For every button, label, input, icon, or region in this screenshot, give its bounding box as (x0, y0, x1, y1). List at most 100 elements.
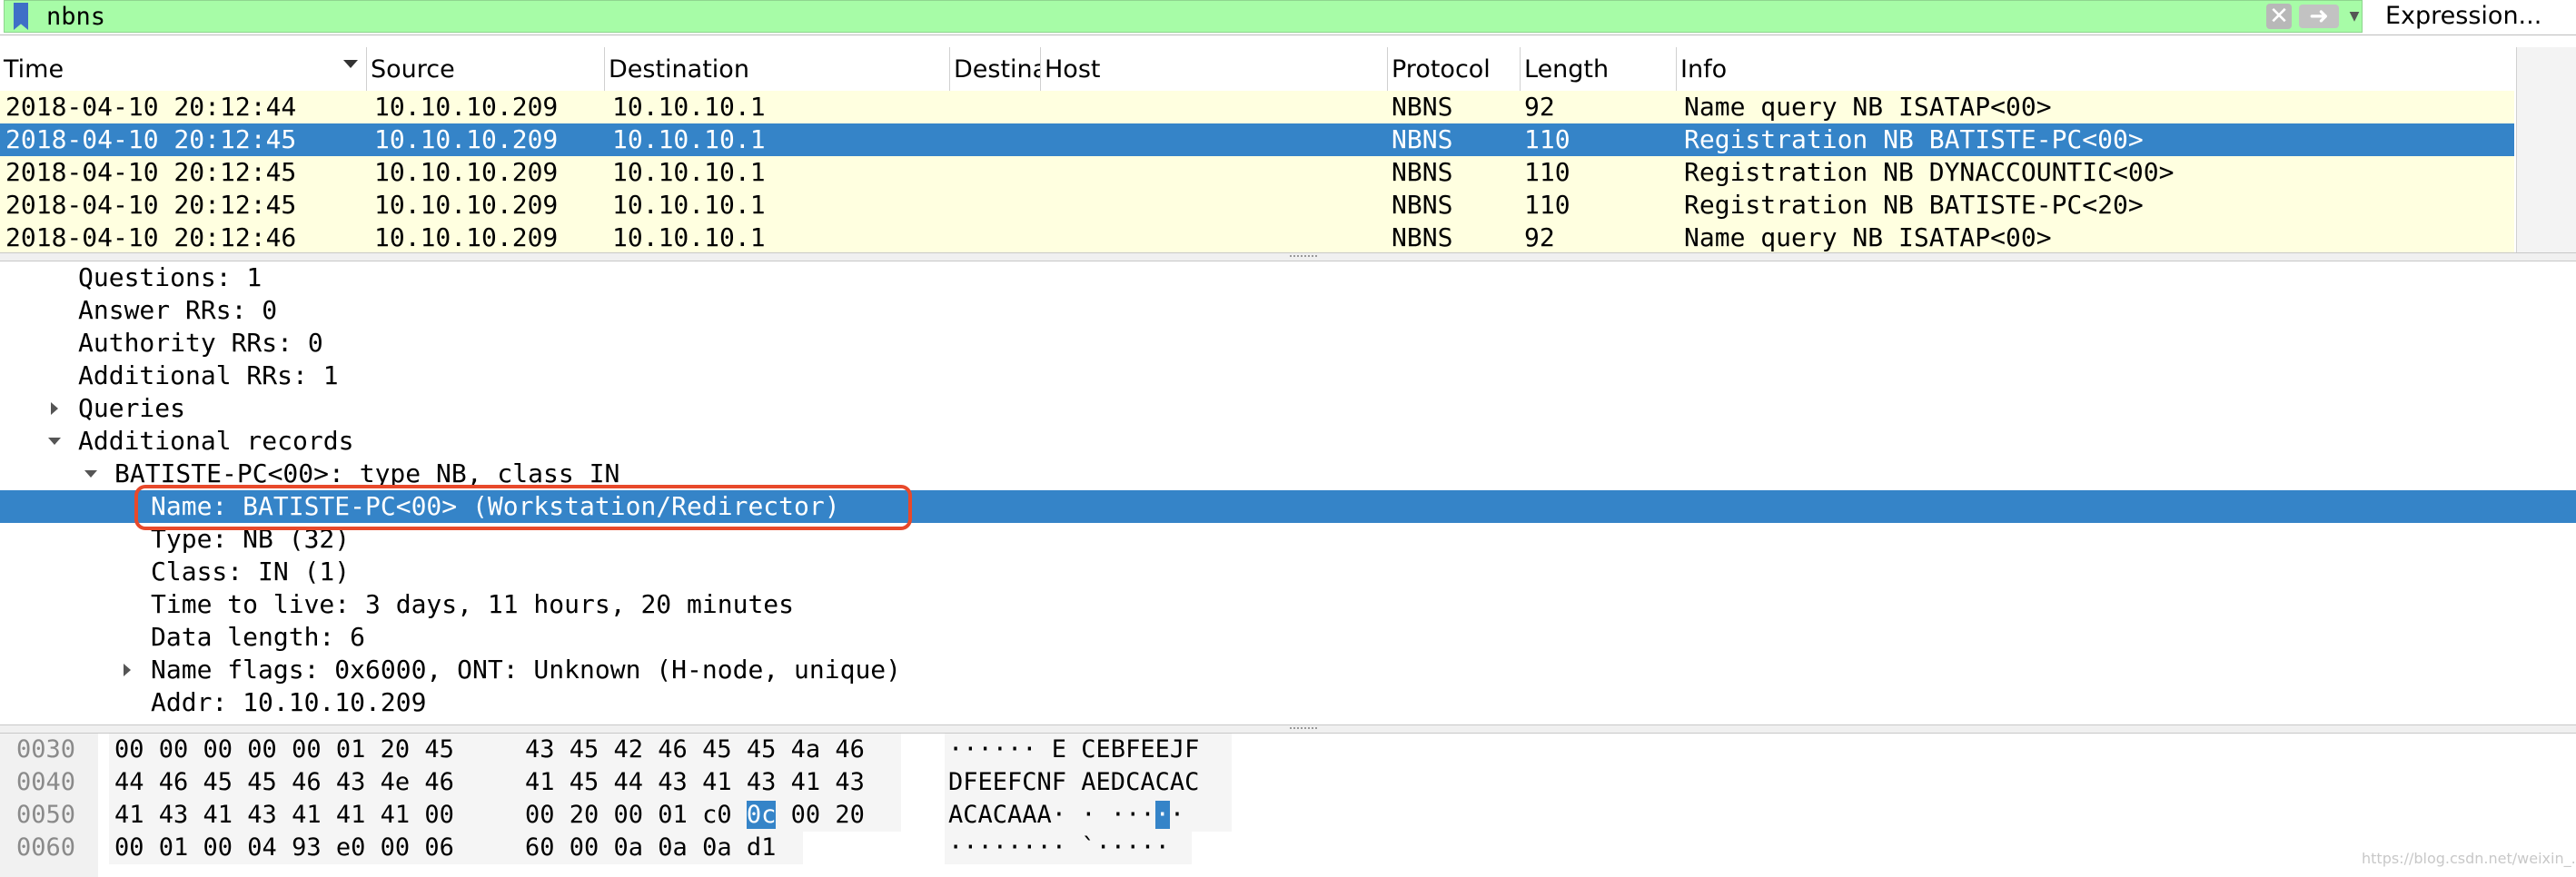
cell-info: Registration NB BATISTE-PC<20> (1684, 190, 2144, 220)
hex-bytes-with-highlight[interactable]: 00 20 00 01 c0 0c 00 20 (525, 799, 865, 832)
cell-length: 92 (1524, 92, 1555, 122)
ascii-bytes[interactable]: ········ `····· (948, 832, 1170, 864)
packet-row[interactable]: 2018-04-10 20:12:44 10.10.10.209 10.10.1… (0, 91, 2514, 123)
expression-button[interactable]: Expression... (2374, 0, 2576, 33)
cell-source: 10.10.10.209 (374, 222, 559, 252)
detail-text: Questions: 1 (78, 262, 263, 292)
hex-bytes[interactable]: 41 43 41 43 41 41 41 00 (114, 799, 454, 832)
splitter-grip[interactable] (1290, 255, 1317, 259)
column-header-destination-port[interactable]: Destina (950, 47, 1041, 91)
detail-answer-rrs[interactable]: Answer RRs: 0 (0, 294, 2576, 327)
cell-length: 92 (1524, 222, 1555, 252)
cell-protocol: NBNS (1392, 190, 1453, 220)
annotation-highlight-box (134, 485, 912, 530)
packet-row[interactable]: 2018-04-10 20:12:45 10.10.10.209 10.10.1… (0, 189, 2514, 222)
hex-bytes[interactable]: 00 01 00 04 93 e0 00 06 (114, 832, 454, 864)
cell-source: 10.10.10.209 (374, 190, 559, 220)
byte-offset: 0050 (16, 801, 76, 829)
column-header-info[interactable]: Info (1677, 47, 2514, 91)
apply-filter-arrow-icon[interactable]: ➜ (2299, 5, 2339, 28)
hex-bytes[interactable]: 41 45 44 43 41 43 41 43 (525, 766, 865, 799)
detail-name-flags[interactable]: Name flags: 0x6000, ONT: Unknown (H-node… (0, 654, 2576, 686)
column-header-destination[interactable]: Destination (605, 47, 950, 91)
packet-row[interactable]: 2018-04-10 20:12:46 10.10.10.209 10.10.1… (0, 222, 2514, 254)
detail-text: Additional RRs: 1 (78, 360, 339, 390)
cell-protocol: NBNS (1392, 222, 1453, 252)
cell-source: 10.10.10.209 (374, 92, 559, 122)
ascii-bytes-with-highlight[interactable]: ACACAAA· · ····· (948, 799, 1184, 832)
detail-additional-rrs[interactable]: Additional RRs: 1 (0, 360, 2576, 392)
detail-text: Answer RRs: 0 (78, 295, 278, 325)
ascii-bytes[interactable]: DFEEFCNF AEDCACAC (948, 766, 1199, 799)
packet-list-scrollbar[interactable] (2516, 47, 2576, 254)
detail-text: Queries (78, 393, 186, 423)
cell-length: 110 (1524, 157, 1570, 187)
hex-bytes-post: 00 20 (776, 801, 865, 829)
hex-bytes-pre: 00 20 00 01 c0 (525, 801, 747, 829)
column-header-length[interactable]: Length (1521, 47, 1677, 91)
expand-arrow-icon[interactable] (51, 402, 58, 415)
cell-time: 2018-04-10 20:12:46 (5, 222, 297, 252)
hex-bytes[interactable]: 44 46 45 45 46 43 4e 46 (114, 766, 454, 799)
detail-class[interactable]: Class: IN (1) (0, 556, 2576, 588)
hex-bytes[interactable]: 43 45 42 46 45 45 4a 46 (525, 734, 865, 766)
cell-info: Name query NB ISATAP<00> (1684, 222, 2052, 252)
cell-source: 10.10.10.209 (374, 157, 559, 187)
hex-bytes[interactable]: 60 00 0a 0a 0a d1 (525, 832, 776, 864)
cell-protocol: NBNS (1392, 92, 1453, 122)
ascii-post: · (1169, 801, 1185, 829)
cell-destination: 10.10.10.1 (612, 157, 766, 187)
detail-queries[interactable]: Queries (0, 392, 2576, 425)
clear-filter-icon[interactable]: ✕ (2266, 4, 2292, 29)
filter-history-dropdown-icon[interactable]: ▼ (2346, 5, 2363, 28)
cell-length: 110 (1524, 190, 1570, 220)
cell-time: 2018-04-10 20:12:44 (5, 92, 297, 122)
column-header-time[interactable]: Time (0, 47, 367, 91)
detail-data-length[interactable]: Data length: 6 (0, 621, 2576, 654)
display-filter-input[interactable]: nbns ✕ ➜ ▼ (4, 0, 2363, 33)
detail-questions[interactable]: Questions: 1 (0, 261, 2576, 294)
column-header-protocol[interactable]: Protocol (1388, 47, 1521, 91)
packet-row[interactable]: 2018-04-10 20:12:45 10.10.10.209 10.10.1… (0, 156, 2514, 189)
watermark-url: https://blog.csdn.net/weixin_... (2362, 850, 2576, 867)
bookmark-icon[interactable] (14, 3, 28, 30)
detail-text: Time to live: 3 days, 11 hours, 20 minut… (151, 589, 795, 619)
highlighted-ascii[interactable]: · (1154, 801, 1170, 829)
sort-descending-icon (343, 60, 358, 68)
pane-splitter[interactable] (0, 724, 2576, 734)
detail-text: Addr: 10.10.10.209 (151, 687, 427, 717)
detail-text: Additional records (78, 426, 354, 456)
packet-list-pane: Time Source Destination Destina Host Pro… (0, 47, 2576, 254)
cell-destination: 10.10.10.1 (612, 190, 766, 220)
packet-rows: 2018-04-10 20:12:44 10.10.10.209 10.10.1… (0, 91, 2514, 254)
filter-text[interactable]: nbns (46, 3, 105, 32)
cell-destination: 10.10.10.1 (612, 124, 766, 154)
collapse-arrow-icon[interactable] (84, 470, 97, 478)
cell-time: 2018-04-10 20:12:45 (5, 124, 297, 154)
detail-time-to-live[interactable]: Time to live: 3 days, 11 hours, 20 minut… (0, 588, 2576, 621)
ascii-pre: ACACAAA· · ··· (948, 801, 1155, 829)
highlighted-byte[interactable]: 0c (746, 801, 777, 829)
display-filter-toolbar: nbns ✕ ➜ ▼ Expression... (0, 0, 2576, 35)
packet-row-selected[interactable]: 2018-04-10 20:12:45 10.10.10.209 10.10.1… (0, 123, 2514, 156)
splitter-grip[interactable] (1290, 727, 1317, 731)
byte-offset: 0060 (16, 833, 76, 862)
detail-text: Name flags: 0x6000, ONT: Unknown (H-node… (151, 655, 902, 685)
ascii-bytes[interactable]: ······ E CEBFEEJF (948, 734, 1199, 766)
cell-info: Registration NB DYNACCOUNTIC<00> (1684, 157, 2175, 187)
cell-protocol: NBNS (1392, 124, 1453, 154)
detail-text: Authority RRs: 0 (78, 328, 323, 358)
cell-time: 2018-04-10 20:12:45 (5, 157, 297, 187)
detail-addr[interactable]: Addr: 10.10.10.209 (0, 686, 2576, 719)
column-header-host[interactable]: Host (1041, 47, 1388, 91)
pane-splitter[interactable] (0, 252, 2576, 261)
collapse-arrow-icon[interactable] (48, 438, 61, 445)
cell-time: 2018-04-10 20:12:45 (5, 190, 297, 220)
byte-offset: 0030 (16, 735, 76, 764)
expand-arrow-icon[interactable] (124, 664, 131, 676)
detail-authority-rrs[interactable]: Authority RRs: 0 (0, 327, 2576, 360)
detail-additional-records[interactable]: Additional records (0, 425, 2576, 458)
hex-bytes[interactable]: 00 00 00 00 00 01 20 45 (114, 734, 454, 766)
cell-destination: 10.10.10.1 (612, 92, 766, 122)
column-header-source[interactable]: Source (367, 47, 605, 91)
